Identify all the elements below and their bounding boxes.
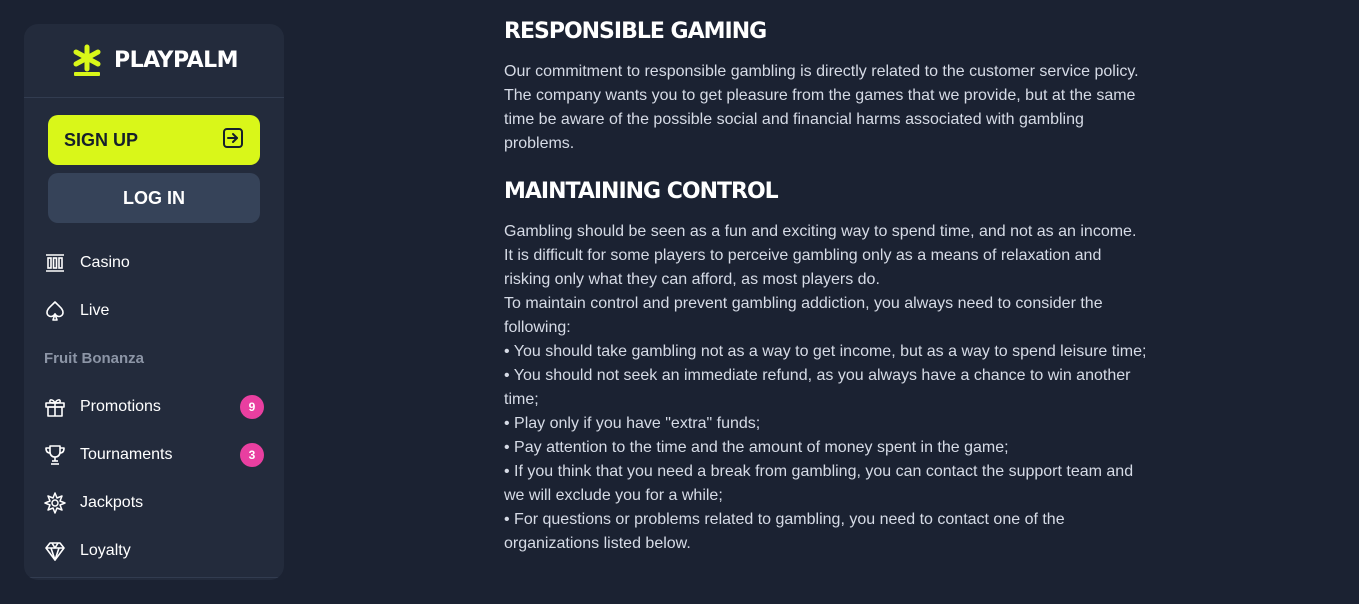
- control-line: To maintain control and prevent gambling…: [504, 295, 1103, 336]
- columns-icon: [44, 252, 66, 274]
- nav-label-loyalty: Loyalty: [80, 542, 131, 559]
- promotions-count-badge: 9: [240, 395, 264, 419]
- nav-label-tournaments: Tournaments: [80, 446, 173, 463]
- control-line: • Play only if you have "extra" funds;: [504, 415, 761, 432]
- log-in-button[interactable]: LOG IN: [48, 173, 260, 223]
- brand-header[interactable]: PLAYPALM: [24, 24, 284, 98]
- nav-item-live[interactable]: Live: [44, 295, 264, 327]
- nav-label-casino: Casino: [80, 254, 130, 271]
- maintaining-control-body: Gambling should be seen as a fun and exc…: [504, 220, 1149, 556]
- brand-name: PLAYPALM: [113, 48, 239, 73]
- section-label[interactable]: Fruit Bonanza: [44, 350, 144, 367]
- nav-label-live: Live: [80, 302, 110, 319]
- diamond-icon: [44, 540, 66, 562]
- log-in-label: LOG IN: [123, 187, 185, 208]
- sidebar: PLAYPALM SIGN UP LOG IN Casino Live Frui…: [24, 24, 284, 580]
- control-line: • You should not seek an immediate refun…: [504, 367, 1131, 408]
- nav-label-jackpots: Jackpots: [80, 494, 144, 511]
- paragraph-responsible-gaming: Our commitment to responsible gambling i…: [504, 63, 1139, 152]
- nav-item-promotions[interactable]: Promotions 9: [44, 391, 264, 423]
- sign-up-label: SIGN UP: [64, 129, 139, 150]
- trophy-icon: [44, 444, 66, 466]
- nav-item-casino[interactable]: Casino: [44, 247, 264, 279]
- heading-maintaining-control: MAINTAINING CONTROL: [504, 179, 779, 204]
- sidebar-divider: [24, 577, 284, 578]
- control-line: • You should take gambling not as a way …: [504, 343, 1147, 360]
- nav-label-promotions: Promotions: [80, 398, 161, 415]
- enter-arrow-icon: [222, 127, 244, 154]
- nav-item-jackpots[interactable]: Jackpots: [44, 487, 264, 519]
- main-content: RESPONSIBLE GAMING Our commitment to res…: [504, 18, 1149, 556]
- sign-up-button[interactable]: SIGN UP: [48, 115, 260, 165]
- nav-item-loyalty[interactable]: Loyalty: [44, 535, 264, 567]
- nav-item-tournaments[interactable]: Tournaments 3: [44, 439, 264, 471]
- control-line: • Pay attention to the time and the amou…: [504, 439, 1009, 456]
- control-line: • For questions or problems related to g…: [504, 511, 1065, 552]
- gift-icon: [44, 396, 66, 418]
- control-line: • If you think that you need a break fro…: [504, 463, 1134, 504]
- starburst-icon: [44, 492, 66, 514]
- control-line: Gambling should be seen as a fun and exc…: [504, 223, 1137, 288]
- spade-icon: [44, 300, 66, 322]
- heading-responsible-gaming: RESPONSIBLE GAMING: [504, 19, 767, 44]
- asterisk-star-icon: [70, 44, 104, 78]
- tournaments-count-badge: 3: [240, 443, 264, 467]
